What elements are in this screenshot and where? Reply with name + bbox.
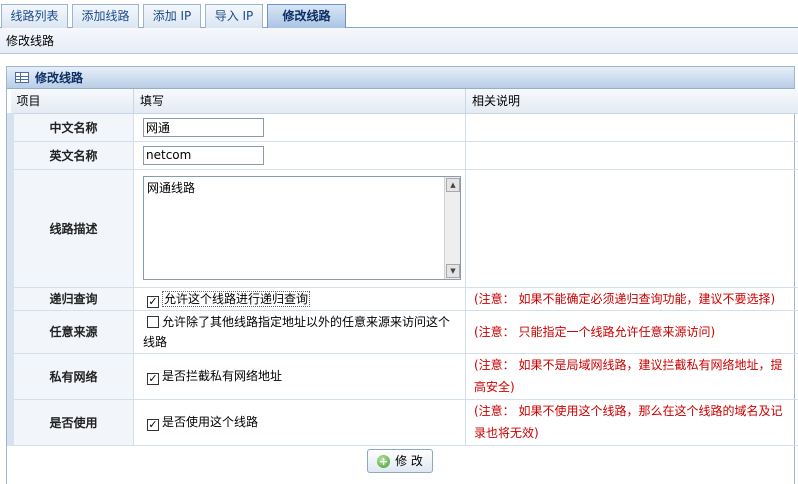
recursion-checkbox-label[interactable]: 允许这个线路进行递归查询 <box>162 290 311 307</box>
private-net-cell: ✓ 是否拦截私有网络地址 <box>133 353 466 400</box>
private-net-note-line2: 高安全) <box>474 380 515 394</box>
description-scrollbar[interactable]: ▲ ▼ <box>444 177 460 279</box>
enabled-checkbox[interactable]: ✓ <box>147 419 159 431</box>
description-text: 网通线路 <box>147 181 196 195</box>
en-name-input[interactable] <box>143 145 264 165</box>
tab-import-ip[interactable]: 导入 IP <box>205 4 263 28</box>
recursion-cell: ✓ 允许这个线路进行递归查询 <box>133 287 466 311</box>
cn-name-input[interactable] <box>143 117 264 137</box>
table-row: 递归查询 ✓ 允许这个线路进行递归查询 (注意： 如果不能确定必须递归查询功能，建… <box>7 287 798 311</box>
any-source-label: 任意来源 <box>7 310 134 354</box>
private-net-label: 私有网络 <box>7 353 134 400</box>
table-row: 私有网络 ✓ 是否拦截私有网络地址 (注意： 如果不是局域网线路，建议拦截私有网络… <box>7 353 798 400</box>
description-cell: 网通线路 ▲ ▼ <box>133 169 466 288</box>
submit-button[interactable]: + 修 改 <box>367 449 433 473</box>
table-row: 中文名称 <box>7 113 798 142</box>
recursion-checkbox[interactable]: ✓ <box>147 295 159 308</box>
en-name-cell <box>133 141 466 170</box>
enabled-note: (注意： 如果不使用这个线路，那么在这个线路的域名及记 录也将无效) <box>465 399 798 446</box>
description-textarea[interactable]: 网通线路 ▲ ▼ <box>143 176 461 280</box>
any-source-cell: 允许除了其他线路指定地址以外的任意来源来访问这个 线路 <box>133 310 466 354</box>
table-header-row: 项目 填写 相关说明 <box>10 89 798 114</box>
en-name-label: 英文名称 <box>7 141 134 170</box>
description-note-cell <box>465 169 798 288</box>
en-name-note-cell <box>465 141 798 170</box>
enabled-cell: ✓ 是否使用这个线路 <box>133 399 466 446</box>
tab-route-list[interactable]: 线路列表 <box>1 4 68 28</box>
plus-icon: + <box>377 454 391 468</box>
breadcrumb: 修改线路 <box>0 28 798 54</box>
table-row: 线路描述 网通线路 ▲ ▼ <box>7 169 798 288</box>
recursion-note: (注意： 如果不能确定必须递归查询功能，建议不要选择) <box>465 287 798 311</box>
description-label: 线路描述 <box>7 169 134 288</box>
any-source-note: (注意： 只能指定一个线路允许任意来源访问) <box>465 310 798 354</box>
column-header-notes: 相关说明 <box>465 89 798 114</box>
enabled-label: 是否使用 <box>7 399 134 446</box>
table-icon <box>15 72 29 83</box>
panel-title: 修改线路 <box>35 70 84 85</box>
tab-add-ip[interactable]: 添加 IP <box>143 4 201 28</box>
table-row: 是否使用 ✓ 是否使用这个线路 (注意： 如果不使用这个线路，那么在这个线路的域名… <box>7 399 798 446</box>
cn-name-cell <box>133 113 466 142</box>
any-source-checkbox[interactable] <box>147 315 159 328</box>
scroll-up-icon[interactable]: ▲ <box>446 178 460 192</box>
column-header-item: 项目 <box>10 89 134 114</box>
edit-route-panel: 修改线路 项目 填写 相关说明 中文名称 英文名称 线路描述 <box>6 66 798 484</box>
recursion-label: 递归查询 <box>7 287 134 311</box>
submit-button-label: 修 改 <box>395 454 423 468</box>
tab-bar: 线路列表 添加线路 添加 IP 导入 IP 修改线路 <box>0 0 798 29</box>
panel-header: 修改线路 <box>7 67 794 89</box>
any-source-line2: 线路 <box>143 334 168 349</box>
any-source-line1: 允许除了其他线路指定地址以外的任意来源来访问这个 <box>143 312 464 332</box>
column-header-fill: 填写 <box>133 89 466 114</box>
tab-add-route[interactable]: 添加线路 <box>72 4 139 28</box>
tab-edit-route[interactable]: 修改线路 <box>267 4 346 29</box>
private-net-note: (注意： 如果不是局域网线路，建议拦截私有网络地址，提 高安全) <box>465 353 798 400</box>
cn-name-label: 中文名称 <box>7 113 134 142</box>
route-form-table: 项目 填写 相关说明 中文名称 英文名称 线路描述 网通线路 <box>7 89 798 446</box>
cn-name-note-cell <box>465 113 798 142</box>
enabled-checkbox-label[interactable]: 是否使用这个线路 <box>162 415 258 429</box>
table-row: 英文名称 <box>7 141 798 170</box>
enabled-note-line2: 录也将无效) <box>474 426 539 440</box>
scroll-down-icon[interactable]: ▼ <box>446 264 460 278</box>
private-net-note-line1: (注意： 如果不是局域网线路，建议拦截私有网络地址，提 <box>474 358 783 372</box>
private-net-checkbox[interactable]: ✓ <box>147 373 159 385</box>
enabled-note-line1: (注意： 如果不使用这个线路，那么在这个线路的域名及记 <box>474 404 783 418</box>
private-net-checkbox-label[interactable]: 是否拦截私有网络地址 <box>162 369 282 383</box>
any-source-checkbox-label[interactable]: 允许除了其他线路指定地址以外的任意来源来访问这个 <box>162 315 450 329</box>
table-row: 任意来源 允许除了其他线路指定地址以外的任意来源来访问这个 线路 (注意： 只能… <box>7 310 798 354</box>
